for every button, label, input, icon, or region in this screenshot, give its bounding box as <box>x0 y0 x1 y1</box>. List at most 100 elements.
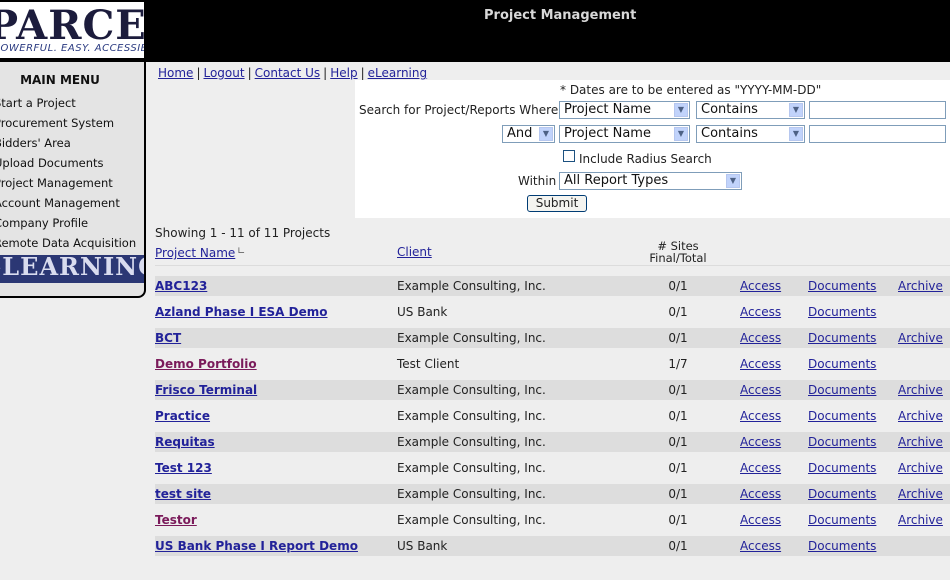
search-operator-select-2[interactable]: Contains ▼ <box>696 125 805 143</box>
archive-link[interactable]: Archive <box>898 383 943 397</box>
project-name-link[interactable]: test site <box>155 487 211 501</box>
elearning-banner-text: eLEARNING <box>0 255 144 281</box>
menu-item-remote-data-acquisition[interactable]: Remote Data Acquisition <box>0 236 136 250</box>
project-name-link[interactable]: Test 123 <box>155 461 212 475</box>
table-row: BCT Example Consulting, Inc. 0/1 Access Docu… <box>155 328 950 348</box>
access-link[interactable]: Access <box>740 487 781 501</box>
search-operator-select-1[interactable]: Contains ▼ <box>696 101 805 119</box>
search-operator-value-1: Contains <box>701 102 758 117</box>
client-name: Example Consulting, Inc. <box>397 461 546 475</box>
access-link[interactable]: Access <box>740 513 781 527</box>
access-link[interactable]: Access <box>740 305 781 319</box>
documents-link[interactable]: Documents <box>808 513 876 527</box>
documents-link[interactable]: Documents <box>808 461 876 475</box>
access-link[interactable]: Access <box>740 279 781 293</box>
table-row: ABC123 Example Consulting, Inc. 0/1 Access D… <box>155 276 950 296</box>
chevron-down-icon: ▼ <box>726 174 740 188</box>
project-name-link[interactable]: Azland Phase I ESA Demo <box>155 305 327 319</box>
documents-link[interactable]: Documents <box>808 305 876 319</box>
access-link[interactable]: Access <box>740 435 781 449</box>
chevron-down-icon: ▼ <box>674 127 688 141</box>
access-link[interactable]: Access <box>740 461 781 475</box>
documents-link[interactable]: Documents <box>808 409 876 423</box>
documents-link[interactable]: Documents <box>808 539 876 553</box>
table-row: Demo Portfolio Test Client 1/7 Access Docume… <box>155 354 950 374</box>
menu-item-account-management[interactable]: Account Management <box>0 196 120 210</box>
sites-count: 0/1 <box>668 539 688 553</box>
project-name-link[interactable]: ABC123 <box>155 279 207 293</box>
column-header-sites: # Sites Final/Total <box>640 240 716 264</box>
project-name-link[interactable]: US Bank Phase I Report Demo <box>155 539 358 553</box>
home-link[interactable]: Home <box>158 66 193 80</box>
archive-link[interactable]: Archive <box>898 331 943 345</box>
search-conjunction-select[interactable]: And ▼ <box>502 125 555 143</box>
menu-item-upload-documents[interactable]: Upload Documents <box>0 156 104 170</box>
logout-link[interactable]: Logout <box>203 66 244 80</box>
access-link[interactable]: Access <box>740 383 781 397</box>
archive-link[interactable]: Archive <box>898 435 943 449</box>
archive-link[interactable]: Archive <box>898 487 943 501</box>
project-name-link[interactable]: BCT <box>155 331 181 345</box>
sites-count: 0/1 <box>668 331 688 345</box>
report-type-select[interactable]: All Report Types ▼ <box>559 172 742 190</box>
client-name: Test Client <box>397 357 460 371</box>
submit-button[interactable]: Submit <box>527 195 587 212</box>
search-value-input-1[interactable] <box>809 101 946 119</box>
sites-count: 0/1 <box>668 487 688 501</box>
parcel-logo[interactable]: PARCEL POWERFUL. EASY. ACCESSIBLE. <box>0 2 144 58</box>
search-value-input-2[interactable] <box>809 125 946 143</box>
client-name: US Bank <box>397 539 448 553</box>
documents-link[interactable]: Documents <box>808 331 876 345</box>
sites-count: 0/1 <box>668 435 688 449</box>
date-format-note: * Dates are to be entered as "YYYY-MM-DD… <box>560 83 822 97</box>
chevron-down-icon: ▼ <box>674 103 688 117</box>
documents-link[interactable]: Documents <box>808 383 876 397</box>
project-name-link[interactable]: Requitas <box>155 435 215 449</box>
project-name-link[interactable]: Demo Portfolio <box>155 357 257 371</box>
table-row: Test 123 Example Consulting, Inc. 0/1 Acces… <box>155 458 950 478</box>
archive-link[interactable]: Archive <box>898 513 943 527</box>
column-header-client[interactable]: Client <box>397 245 432 259</box>
include-radius-label: Include Radius Search <box>579 152 712 166</box>
menu-item-company-profile[interactable]: Company Profile <box>0 216 88 230</box>
search-field-select-1[interactable]: Project Name ▼ <box>559 101 690 119</box>
project-name-link[interactable]: Practice <box>155 409 210 423</box>
access-link[interactable]: Access <box>740 409 781 423</box>
menu-item-procurement-system[interactable]: Procurement System <box>0 116 114 130</box>
menu-item-project-management[interactable]: Project Management <box>0 176 113 190</box>
elearning-banner[interactable]: eLEARNING <box>0 255 144 283</box>
sites-count: 0/1 <box>668 461 688 475</box>
logo-tagline: POWERFUL. EASY. ACCESSIBLE. <box>0 43 144 54</box>
top-nav-links: Home | Logout | Contact Us | Help | eLearning <box>158 66 427 80</box>
archive-link[interactable]: Archive <box>898 409 943 423</box>
separator: | <box>196 66 201 80</box>
elearning-link[interactable]: eLearning <box>368 66 427 80</box>
project-name-link[interactable]: Frisco Terminal <box>155 383 257 397</box>
search-field-select-2[interactable]: Project Name ▼ <box>559 125 690 143</box>
menu-item-bidders-area[interactable]: Bidders' Area <box>0 136 71 150</box>
documents-link[interactable]: Documents <box>808 487 876 501</box>
documents-link[interactable]: Documents <box>808 279 876 293</box>
table-row: Azland Phase I ESA Demo US Bank 0/1 Access D… <box>155 302 950 322</box>
archive-link[interactable]: Archive <box>898 461 943 475</box>
table-row: Frisco Terminal Example Consulting, Inc. 0… <box>155 380 950 400</box>
include-radius-checkbox[interactable] <box>563 150 575 162</box>
separator: | <box>360 66 365 80</box>
documents-link[interactable]: Documents <box>808 357 876 371</box>
access-link[interactable]: Access <box>740 357 781 371</box>
menu-item-start-project[interactable]: Start a Project <box>0 96 76 110</box>
project-name-link[interactable]: Testor <box>155 513 197 527</box>
table-row: Requitas Example Consulting, Inc. 0/1 Acces… <box>155 432 950 452</box>
contact-us-link[interactable]: Contact Us <box>255 66 321 80</box>
access-link[interactable]: Access <box>740 539 781 553</box>
main-menu-title: MAIN MENU <box>20 73 100 87</box>
client-name: Example Consulting, Inc. <box>397 331 546 345</box>
documents-link[interactable]: Documents <box>808 435 876 449</box>
separator: | <box>323 66 328 80</box>
table-row: US Bank Phase I Report Demo US Bank 0/1 Acc… <box>155 536 950 556</box>
archive-link[interactable]: Archive <box>898 279 943 293</box>
sites-count: 0/1 <box>668 279 688 293</box>
help-link[interactable]: Help <box>330 66 357 80</box>
access-link[interactable]: Access <box>740 331 781 345</box>
column-header-project-name[interactable]: Project Name <box>155 246 235 260</box>
